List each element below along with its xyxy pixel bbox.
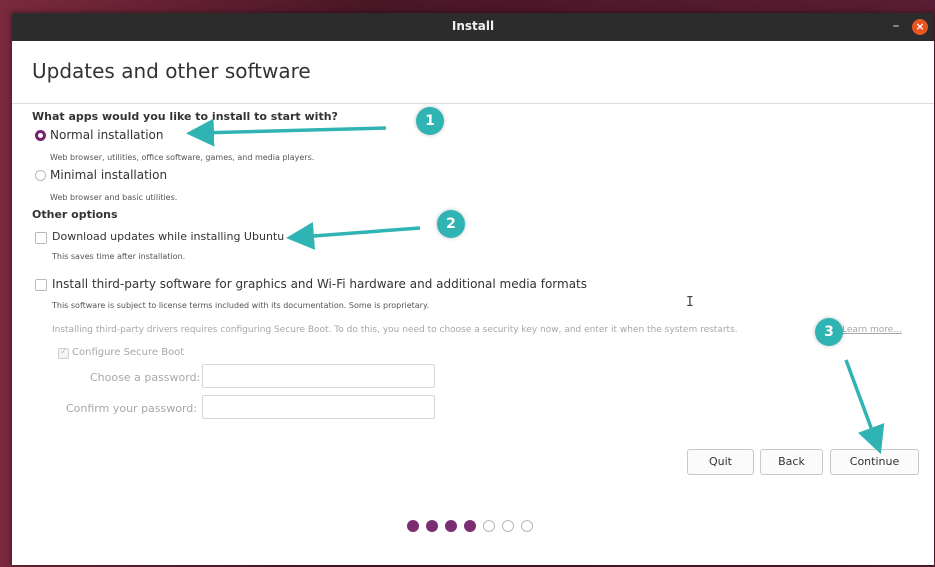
arrow-1: [186, 118, 387, 147]
annotation-badge-1: 1: [416, 107, 444, 135]
arrow-3: [844, 359, 885, 455]
arrow-2: [286, 221, 421, 250]
annotation-arrows: [186, 118, 885, 455]
annotation-badge-3: 3: [815, 318, 843, 346]
annotation-badge-2: 2: [437, 210, 465, 238]
